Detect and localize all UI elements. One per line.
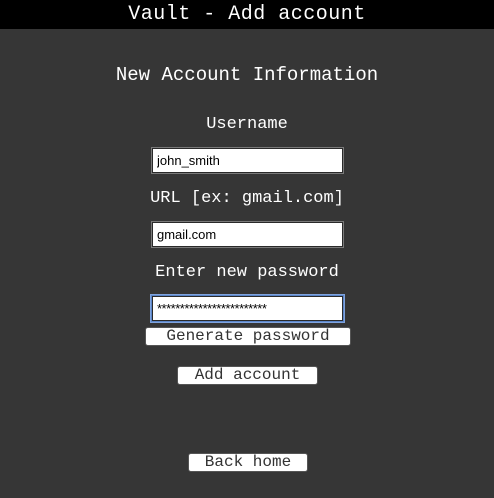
username-label: Username [206,115,288,134]
window-title: Vault - Add account [0,0,494,29]
generate-password-button[interactable]: Generate password [145,327,351,346]
url-label: URL [ex: gmail.com] [150,189,344,208]
username-field[interactable] [151,147,344,174]
password-field[interactable] [151,295,344,322]
password-label: Enter new password [155,263,339,282]
back-home-button[interactable]: Back home [188,453,308,472]
form-heading: New Account Information [115,64,379,86]
url-field[interactable] [151,221,344,248]
add-account-button[interactable]: Add account [177,366,318,385]
